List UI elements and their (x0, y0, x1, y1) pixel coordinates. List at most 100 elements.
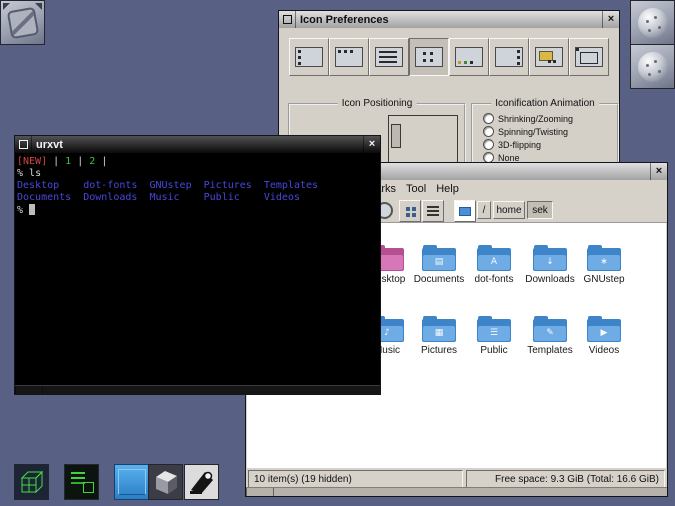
miniaturize-button[interactable] (15, 136, 32, 153)
command-line: % ls (17, 168, 42, 179)
folder-icon: ▤ (422, 245, 456, 272)
folder-item-dot-fonts[interactable]: A dot-fonts (468, 245, 520, 285)
sphere-appicon (637, 51, 668, 82)
icon-position-handle[interactable] (391, 124, 401, 148)
radio-3d-flipping[interactable]: 3D-flipping (483, 139, 541, 150)
close-icon: × (655, 165, 663, 177)
speaker-horn-icon (189, 471, 213, 494)
folder-item-downloads[interactable]: ↓ Downloads (524, 245, 576, 285)
positioning-preset-button-4-selected[interactable] (409, 38, 449, 76)
appicon-speaker[interactable] (184, 464, 219, 500)
folder-label: GNUstep (583, 274, 625, 285)
close-button[interactable]: × (650, 163, 667, 180)
terminal-titlebar[interactable]: urxvt × (15, 136, 380, 153)
path-segment-home[interactable]: home (493, 201, 525, 219)
folder-item-templates[interactable]: ✎ Templates (524, 316, 576, 356)
status-item-count: 10 item(s) (19 hidden) (248, 470, 463, 488)
folder-item-pictures[interactable]: ▦ Pictures (413, 316, 465, 356)
icon-positioning-group-label: Icon Positioning (337, 98, 417, 109)
terminal-content[interactable]: [NEW] | 1 | 2 | % ls Desktop dot-fonts G… (15, 153, 380, 386)
dock-appicon-sphere-1[interactable] (630, 0, 675, 45)
close-button[interactable]: × (602, 11, 619, 28)
ls-output-row-2: Documents Downloads Music Public Videos (17, 192, 300, 203)
resize-bar[interactable] (15, 385, 380, 394)
green-wireframe-cube-icon (20, 470, 43, 494)
folder-icon: ▶ (587, 316, 621, 343)
folder-label: Downloads (525, 274, 575, 285)
resize-bar[interactable] (246, 487, 667, 496)
folder-label: Pictures (420, 345, 458, 356)
dock-appicon-sphere-2[interactable] (630, 44, 675, 89)
radio-icon (483, 139, 494, 150)
positioning-preset-button-8[interactable] (569, 38, 609, 76)
positioning-preset-button-7[interactable] (529, 38, 569, 76)
icon-view-icon (405, 206, 410, 211)
folder-icon: ∗ (587, 245, 621, 272)
icon-position-preview[interactable] (388, 115, 458, 163)
clip-arrow-icon (3, 3, 10, 10)
window-title: Icon Preferences (300, 13, 389, 26)
radio-icon (483, 113, 494, 124)
radio-shrinking-zooming[interactable]: Shrinking/Zooming (483, 113, 573, 124)
positioning-preset-button-3[interactable] (369, 38, 409, 76)
positioning-preset-button-1[interactable] (289, 38, 329, 76)
folder-icon: ▦ (422, 316, 456, 343)
menu-tool[interactable]: Tool (406, 183, 426, 195)
folder-label: Videos (588, 345, 620, 356)
folder-button-icon (459, 206, 471, 216)
blue-window-icon (117, 469, 146, 495)
preset-top-row-icon (335, 47, 363, 67)
preset-right-column-icon (495, 47, 523, 67)
dock-clip-tile[interactable] (0, 0, 45, 45)
preset-left-column-icon (295, 47, 323, 67)
text-cursor (29, 204, 36, 215)
icon-view-button[interactable] (399, 200, 421, 222)
close-button[interactable]: × (363, 136, 380, 153)
appicon-gray-cube[interactable] (148, 464, 183, 500)
positioning-preset-button-2[interactable] (329, 38, 369, 76)
folder-icon: ✎ (533, 316, 567, 343)
list-view-icon (427, 206, 439, 208)
folder-item-public[interactable]: ☰ Public (468, 316, 520, 356)
preset-list-icon (375, 47, 403, 67)
icon-preferences-titlebar[interactable]: Icon Preferences × (279, 11, 619, 28)
folder-item-documents[interactable]: ▤ Documents (413, 245, 465, 285)
gray-cube-icon (155, 471, 177, 494)
miniaturize-icon (282, 15, 292, 24)
close-icon: × (607, 13, 615, 25)
menu-help[interactable]: Help (436, 183, 459, 195)
folder-item-videos[interactable]: ▶ Videos (578, 316, 630, 356)
miniaturize-icon (18, 140, 28, 149)
folder-label: Documents (413, 274, 465, 285)
preset-grid-icon (415, 47, 443, 67)
window-title: urxvt (36, 138, 63, 151)
paperclip-tile-icon (6, 6, 39, 39)
positioning-preset-button-5[interactable] (449, 38, 489, 76)
sphere-appicon (637, 7, 668, 38)
folder-label: Public (480, 345, 508, 356)
positioning-preset-button-6[interactable] (489, 38, 529, 76)
folder-item-gnustep[interactable]: ∗ GNUstep (578, 245, 630, 285)
radio-spinning-twisting[interactable]: Spinning/Twisting (483, 126, 568, 137)
terminal-cube-icon (69, 469, 95, 495)
preset-folder-icon (535, 47, 563, 67)
terminal-window: urxvt × [NEW] | 1 | 2 | % ls Desktop dot… (14, 135, 381, 395)
miniaturize-button[interactable] (279, 11, 296, 28)
close-icon: × (368, 138, 376, 150)
iconification-animation-group-label: Iconification Animation (491, 98, 599, 109)
folder-label: Templates (527, 345, 573, 356)
appicon-wireframe-cube[interactable] (14, 464, 49, 500)
appicon-blue-window[interactable] (114, 464, 149, 500)
clip-arrow-icon (35, 3, 42, 10)
status-free-space: Free space: 9.3 GiB (Total: 16.6 GiB) (466, 470, 665, 488)
list-view-button[interactable] (422, 200, 444, 222)
path-folder-button[interactable] (454, 200, 476, 222)
screen-status-line: [NEW] | 1 | 2 | (17, 156, 108, 167)
preset-screen-icon (575, 47, 603, 67)
desktop: Icon Preferences × Icon Positioning Icon… (0, 0, 675, 506)
path-segment-current[interactable]: sek (527, 201, 553, 219)
path-segment-root[interactable]: / (477, 201, 491, 219)
folder-icon: ☰ (477, 316, 511, 343)
appicon-terminal-cube[interactable] (64, 464, 99, 500)
radio-icon (483, 126, 494, 137)
